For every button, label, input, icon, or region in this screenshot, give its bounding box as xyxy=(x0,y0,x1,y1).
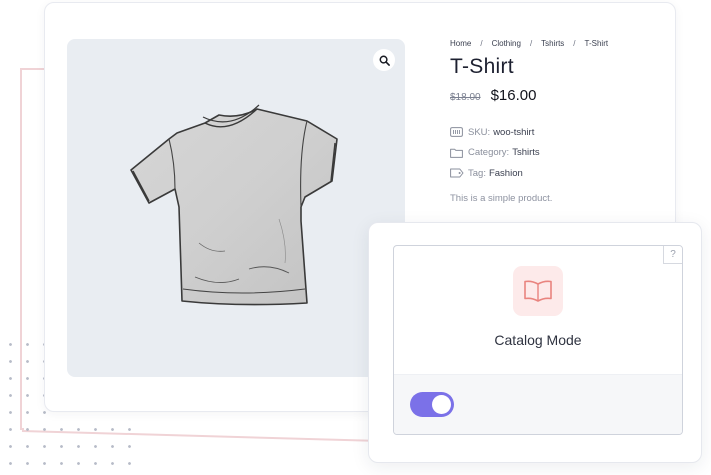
breadcrumb-home-link[interactable]: Home xyxy=(450,39,471,48)
category-label: Category: xyxy=(468,147,510,159)
tag-row: Tag: Fashion xyxy=(450,163,670,184)
tag-label: Tag: xyxy=(468,167,486,179)
sku-row: SKU: woo-tshirt xyxy=(450,122,670,143)
product-summary: Home / Clothing / Tshirts / T-Shirt T-Sh… xyxy=(450,37,670,204)
catalog-mode-card: ? Catalog Mode xyxy=(393,245,683,435)
breadcrumb-current: T-Shirt xyxy=(584,38,609,48)
help-icon: ? xyxy=(670,249,676,260)
regular-price: $18.00 xyxy=(450,92,481,103)
book-open-icon xyxy=(524,280,552,302)
toggle-footer xyxy=(394,374,682,434)
breadcrumb-separator: / xyxy=(573,38,576,48)
product-meta: SKU: woo-tshirt Category: Tshirts Tag: F… xyxy=(450,122,670,184)
category-link[interactable]: Tshirts xyxy=(512,147,539,158)
folder-icon xyxy=(450,148,468,158)
breadcrumb-separator: / xyxy=(480,38,483,48)
decorative-line xyxy=(20,68,46,70)
breadcrumb: Home / Clothing / Tshirts / T-Shirt xyxy=(450,37,670,49)
sale-price: $16.00 xyxy=(490,87,537,104)
breadcrumb-tshirts-link[interactable]: Tshirts xyxy=(541,39,564,48)
category-row: Category: Tshirts xyxy=(450,143,670,164)
breadcrumb-separator: / xyxy=(529,38,533,48)
catalog-mode-panel: ? Catalog Mode xyxy=(368,222,702,463)
tshirt-image xyxy=(130,104,338,306)
price: $18.00 $16.00 xyxy=(450,87,670,104)
barcode-icon xyxy=(450,127,468,138)
product-title: T-Shirt xyxy=(450,55,514,78)
catalog-mode-title: Catalog Mode xyxy=(494,332,582,348)
sku-value: woo-tshirt xyxy=(493,126,535,138)
breadcrumb-clothing-link[interactable]: Clothing xyxy=(492,39,521,48)
toggle-knob xyxy=(432,395,451,414)
help-button[interactable]: ? xyxy=(663,246,682,264)
product-short-description: This is a simple product. xyxy=(450,192,553,204)
tag-icon xyxy=(450,168,468,178)
tag-link[interactable]: Fashion xyxy=(489,168,523,179)
zoom-button[interactable] xyxy=(373,49,395,71)
sku-label: SKU: xyxy=(468,126,491,138)
catalog-mode-toggle[interactable] xyxy=(410,392,454,417)
search-icon xyxy=(379,55,390,66)
catalog-icon-container xyxy=(513,266,563,316)
product-gallery[interactable] xyxy=(67,39,405,377)
